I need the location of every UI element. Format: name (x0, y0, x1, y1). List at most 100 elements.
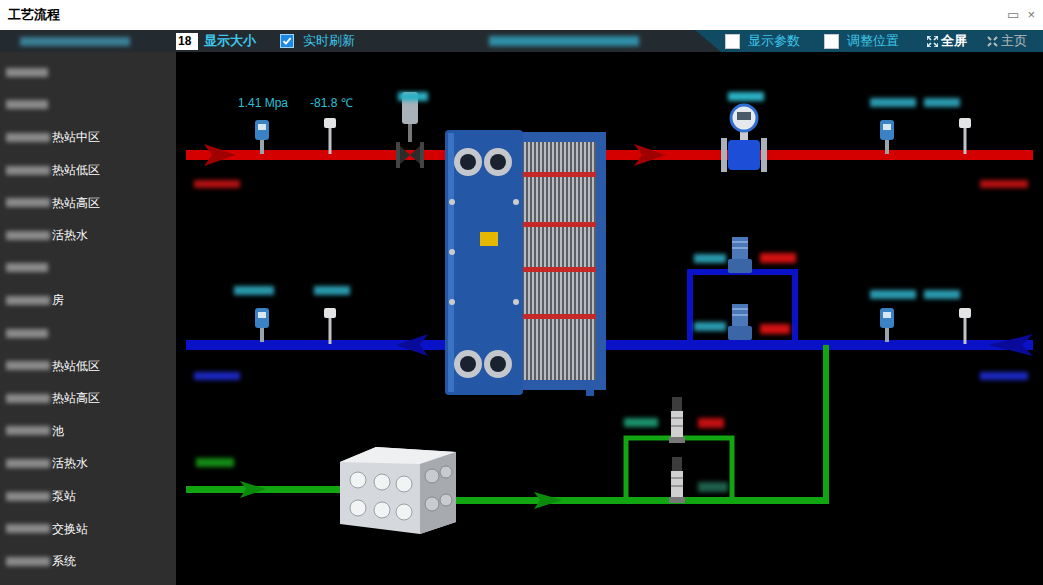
home-icon (987, 36, 998, 47)
sidebar-item[interactable]: 交换站 (0, 512, 176, 545)
process-diagram (176, 52, 1043, 585)
sidebar-item-label: 活热水 (52, 226, 88, 244)
pressure-reading: 1.41 Mpa (238, 94, 288, 112)
sidebar-item[interactable] (0, 89, 176, 122)
blurred-label (870, 98, 916, 107)
sidebar-item-label: 热站低区 (52, 161, 100, 179)
sidebar-item[interactable] (0, 252, 176, 285)
sidebar-item[interactable]: 泵站 (0, 480, 176, 513)
blurred-label (6, 133, 50, 142)
app-window: 工艺流程 ▭ × 18 显示大小 实时刷新 显示参数 调整位置 全屏 主页 (0, 0, 1043, 585)
flow-arrow-icon (240, 481, 266, 498)
blurred-label (234, 286, 274, 295)
sidebar-item-label: 热站低区 (52, 357, 100, 375)
sidebar-item-label: 池 (52, 422, 64, 440)
realtime-label: 实时刷新 (303, 31, 355, 51)
blurred-label (6, 394, 50, 403)
toolbar: 18 显示大小 实时刷新 显示参数 调整位置 全屏 主页 (0, 30, 1043, 52)
sidebar-item[interactable]: 热站高区 (0, 382, 176, 415)
pump-bypass-pipe (690, 272, 795, 345)
blurred-label (194, 372, 240, 380)
makeup-pump-icon (669, 397, 685, 443)
circulation-pump-icon (728, 237, 752, 273)
sidebar-item[interactable]: 热站低区 (0, 154, 176, 187)
blurred-label (6, 100, 48, 109)
sidebar-item[interactable]: 系统 (0, 545, 176, 578)
blurred-label (20, 37, 130, 46)
flow-arrow-icon (634, 144, 666, 166)
title-bar: 工艺流程 ▭ × (0, 0, 1043, 30)
blurred-label (698, 482, 728, 492)
blurred-label (314, 286, 350, 295)
blurred-label (760, 324, 790, 334)
home-button[interactable]: 主页 (987, 31, 1027, 51)
thermometer-icon (959, 118, 971, 154)
sidebar-item-label: 交换站 (52, 520, 88, 538)
temperature-reading: -81.8 ℃ (310, 94, 353, 112)
blurred-label (6, 231, 50, 240)
makeup-riser-pipe (823, 345, 829, 504)
blurred-label (6, 492, 50, 501)
sidebar-item-label: 系统 (52, 552, 76, 570)
size-input[interactable]: 18 (176, 33, 198, 50)
blurred-label (6, 361, 50, 370)
pressure-gauge-icon (255, 120, 269, 154)
toolbar-actions: 显示参数 调整位置 全屏 主页 (695, 30, 1043, 52)
sidebar-item[interactable]: 房 (0, 284, 176, 317)
adjust-position-label: 调整位置 (847, 31, 899, 51)
thermometer-icon (324, 118, 336, 154)
sidebar-item-label: 房 (52, 291, 64, 309)
flow-arrow-icon (534, 492, 562, 509)
blurred-label (694, 254, 726, 263)
pressure-gauge-icon (880, 308, 894, 342)
makeup-pump-icon (669, 457, 685, 503)
sidebar-item[interactable]: 热站高区 (0, 186, 176, 219)
blurred-label (489, 36, 639, 46)
flow-arrow-icon (204, 144, 236, 166)
flow-meter-icon (721, 105, 767, 172)
blurred-label (870, 290, 916, 299)
blurred-label (6, 296, 50, 305)
blurred-label (6, 198, 50, 207)
sidebar-item[interactable]: 池 (0, 415, 176, 448)
fullscreen-label: 全屏 (941, 31, 967, 51)
blurred-label (980, 372, 1028, 380)
hot-supply-pipe (186, 150, 1033, 160)
sidebar-item[interactable]: 活热水 (0, 219, 176, 252)
process-canvas: 1.41 Mpa -81.8 ℃ (176, 52, 1043, 585)
adjust-position-checkbox[interactable] (824, 34, 839, 49)
blurred-label (196, 458, 234, 467)
flow-arrow-icon (988, 334, 1033, 356)
blurred-label (694, 322, 726, 331)
plate-heat-exchanger-icon (445, 130, 606, 396)
blurred-label (6, 166, 50, 175)
sidebar-item[interactable] (0, 56, 176, 89)
fullscreen-button[interactable]: 全屏 (927, 31, 967, 51)
blurred-label (6, 426, 50, 435)
sidebar-item-label: 热站高区 (52, 194, 100, 212)
restore-button[interactable]: ▭ (1007, 5, 1019, 25)
sidebar-item[interactable]: 热站低区 (0, 349, 176, 382)
blurred-label (760, 253, 796, 263)
blurred-label (6, 263, 48, 272)
blurred-label (6, 524, 50, 533)
sidebar-item[interactable]: 活热水 (0, 447, 176, 480)
blurred-label (6, 329, 48, 338)
control-valve-icon (396, 92, 424, 168)
blurred-label (698, 418, 724, 428)
sidebar-item-label: 泵站 (52, 487, 76, 505)
realtime-checkbox[interactable] (280, 34, 294, 48)
thermometer-icon (959, 308, 971, 344)
thermometer-icon (324, 308, 336, 344)
size-label: 显示大小 (204, 31, 256, 51)
fullscreen-icon (927, 36, 938, 47)
close-button[interactable]: × (1027, 5, 1035, 25)
blurred-label (6, 459, 50, 468)
blurred-label (6, 68, 48, 77)
return-pipe (186, 340, 1033, 350)
sidebar-item[interactable]: 热站中区 (0, 121, 176, 154)
blurred-label (398, 92, 428, 101)
show-params-checkbox[interactable] (725, 34, 740, 49)
sidebar-item[interactable] (0, 317, 176, 350)
blurred-label (728, 92, 764, 101)
